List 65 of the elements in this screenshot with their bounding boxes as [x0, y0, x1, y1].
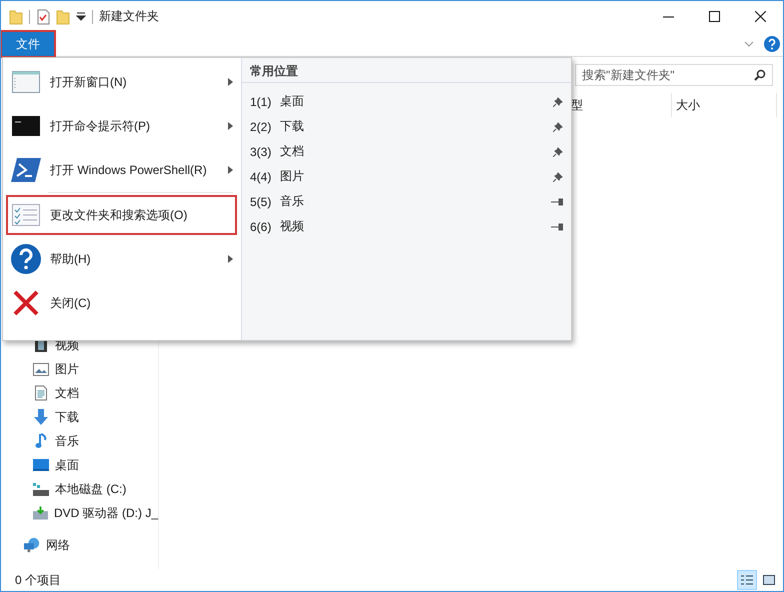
unpinned-pin-icon[interactable]: [551, 222, 563, 230]
maximize-icon: [708, 10, 720, 22]
options-list-icon: [10, 204, 42, 226]
pin-icon[interactable]: [553, 146, 563, 156]
desktop-icon: [33, 459, 49, 471]
access-key: 4(4): [250, 170, 280, 184]
nav-item[interactable]: 图片: [55, 360, 79, 378]
hard-drive-icon: [33, 482, 49, 496]
picture-icon: [33, 362, 49, 376]
place-link[interactable]: 文档: [280, 143, 553, 160]
submenu-arrow-icon: [228, 166, 233, 174]
submenu-arrow-icon: [228, 122, 233, 130]
menu-item[interactable]: 打开命令提示符(P): [3, 104, 241, 148]
document-icon: [33, 385, 49, 401]
access-key: 3(3): [250, 144, 280, 158]
menu-item[interactable]: 更改文件夹和搜索选项(O): [6, 195, 237, 235]
section-heading: 常用位置: [242, 58, 571, 83]
pin-icon[interactable]: [553, 96, 563, 106]
search-field[interactable]: 搜索"新建文件夹": [575, 64, 773, 86]
download-arrow-icon: [33, 409, 49, 425]
details-view-icon: [741, 574, 753, 586]
nav-item[interactable]: 音乐: [55, 432, 79, 450]
nav-item[interactable]: 下载: [55, 408, 79, 426]
place-link[interactable]: 视频: [280, 218, 551, 235]
chevron-down-icon[interactable]: [744, 41, 754, 47]
place-link[interactable]: 下载: [280, 118, 553, 135]
access-key: 6(6): [250, 220, 280, 234]
help-icon: [10, 244, 42, 274]
window-icon: [10, 71, 42, 93]
help-icon[interactable]: [764, 36, 780, 52]
details-view-button[interactable]: [737, 570, 757, 590]
menu-item[interactable]: 帮助(H): [3, 237, 241, 281]
large-icons-view-icon: [763, 574, 775, 586]
pin-icon[interactable]: [553, 172, 563, 182]
nav-item[interactable]: 桌面: [55, 456, 79, 474]
close-icon: [754, 10, 766, 22]
nav-item[interactable]: 网络: [46, 536, 70, 554]
powershell-icon: [10, 158, 42, 182]
music-note-icon: [33, 433, 49, 449]
access-key: 5(5): [250, 194, 280, 208]
properties-check-icon[interactable]: [36, 8, 50, 24]
column-header[interactable]: 大小: [672, 93, 777, 117]
access-key: 2(2): [250, 120, 280, 134]
menu-item[interactable]: 关闭(C): [3, 281, 241, 325]
network-icon: [24, 537, 40, 553]
unpinned-pin-icon[interactable]: [551, 198, 563, 206]
pin-icon[interactable]: [553, 122, 563, 132]
menu-item[interactable]: 打开 Windows PowerShell(R): [3, 148, 241, 192]
submenu-arrow-icon: [228, 78, 233, 86]
search-icon: [754, 69, 766, 81]
terminal-icon: [10, 116, 42, 136]
submenu-arrow-icon: [228, 255, 233, 263]
menu-item[interactable]: 打开新窗口(N): [3, 60, 241, 104]
item-count: 0 个项目: [15, 572, 62, 588]
nav-item[interactable]: 文档: [55, 384, 79, 402]
access-key: 1(1): [250, 94, 280, 108]
place-link[interactable]: 图片: [280, 168, 553, 185]
window-title: 新建文件夹: [99, 8, 159, 25]
place-link[interactable]: 桌面: [280, 93, 553, 110]
file-tab[interactable]: 文件: [2, 32, 54, 56]
dropdown-caret-icon[interactable]: [76, 12, 86, 22]
nav-item[interactable]: 本地磁盘 (C:): [55, 480, 126, 498]
dvd-drive-icon: [33, 506, 48, 520]
nav-item[interactable]: DVD 驱动器 (D:) J_: [54, 504, 158, 522]
place-link[interactable]: 音乐: [280, 193, 551, 210]
